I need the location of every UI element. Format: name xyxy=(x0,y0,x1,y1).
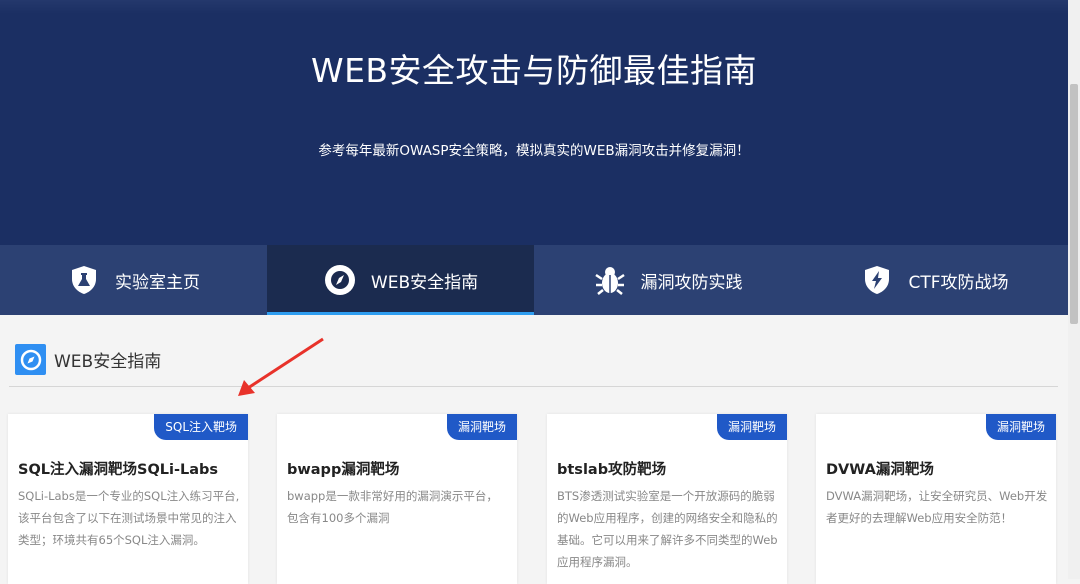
annotation-arrow xyxy=(238,337,324,396)
nav-item-web-guide[interactable]: WEB安全指南 xyxy=(267,245,534,315)
card-description: SQLi-Labs是一个专业的SQL注入练习平台,该平台包含了以下在测试场景中常… xyxy=(18,489,240,547)
hero-subtitle: 参考每年最新OWASP安全策略，模拟真实的WEB漏洞攻击并修复漏洞！ xyxy=(318,143,750,159)
section-header: WEB安全指南 xyxy=(15,344,161,375)
card-btslab[interactable]: 漏洞靶场 btslab攻防靶场 BTS渗透测试实验室是一个开放源码的脆弱的Web… xyxy=(547,414,787,584)
flask-shield-icon xyxy=(67,263,101,297)
bug-icon xyxy=(593,263,627,297)
nav-item-label: CTF攻防战场 xyxy=(908,272,1009,293)
card-description: BTS渗透测试实验室是一个开放源码的脆弱的Web应用程序，创建的网络安全和隐私的… xyxy=(557,489,778,569)
lightning-shield-icon xyxy=(860,263,894,297)
section-divider xyxy=(9,386,1058,387)
nav-item-vuln-practice[interactable]: 漏洞攻防实践 xyxy=(534,245,801,315)
nav-item-label: WEB安全指南 xyxy=(370,272,479,293)
card-tag: 漏洞靶场 xyxy=(716,414,787,440)
card-description: bwapp是一款非常好用的漏洞演示平台，包含有100多个漏洞 xyxy=(287,489,498,525)
compass-icon xyxy=(15,344,46,375)
nav-item-ctf[interactable]: CTF攻防战场 xyxy=(801,245,1068,315)
card-title[interactable]: btslab攻防靶场 xyxy=(557,458,666,479)
section-title: WEB安全指南 xyxy=(54,352,162,372)
card-sqli-labs[interactable]: SQL注入靶场 SQL注入漏洞靶场SQLi-Labs SQLi-Labs是一个专… xyxy=(8,414,248,584)
page-scrollbar[interactable] xyxy=(1068,0,1080,579)
nav-item-label: 漏洞攻防实践 xyxy=(640,272,743,293)
card-dvwa[interactable]: 漏洞靶场 DVWA漏洞靶场 DVWA漏洞靶场，让安全研究员、Web开发者更好的去… xyxy=(816,414,1056,584)
card-tag: SQL注入靶场 xyxy=(154,414,248,440)
nav-item-lab-home[interactable]: 实验室主页 xyxy=(0,245,267,315)
main-nav: 实验室主页 WEB安全指南 漏洞攻防实践 CTF攻防战场 xyxy=(0,245,1068,315)
card-description: DVWA漏洞靶场，让安全研究员、Web开发者更好的去理解Web应用安全防范！ xyxy=(826,489,1048,525)
compass-icon xyxy=(323,263,357,297)
hero-title: WEB安全攻击与防御最佳指南 xyxy=(310,51,758,90)
card-title[interactable]: DVWA漏洞靶场 xyxy=(826,458,934,479)
card-title[interactable]: SQL注入漏洞靶场SQLi-Labs xyxy=(18,458,218,479)
card-title[interactable]: bwapp漏洞靶场 xyxy=(287,458,399,479)
scrollbar-thumb[interactable] xyxy=(1070,84,1078,324)
card-tag: 漏洞靶场 xyxy=(446,414,517,440)
hero-banner: WEB安全攻击与防御最佳指南 参考每年最新OWASP安全策略，模拟真实的WEB漏… xyxy=(0,0,1068,245)
card-bwapp[interactable]: 漏洞靶场 bwapp漏洞靶场 bwapp是一款非常好用的漏洞演示平台，包含有10… xyxy=(277,414,517,584)
card-tag: 漏洞靶场 xyxy=(985,414,1056,440)
nav-item-label: 实验室主页 xyxy=(115,272,200,293)
